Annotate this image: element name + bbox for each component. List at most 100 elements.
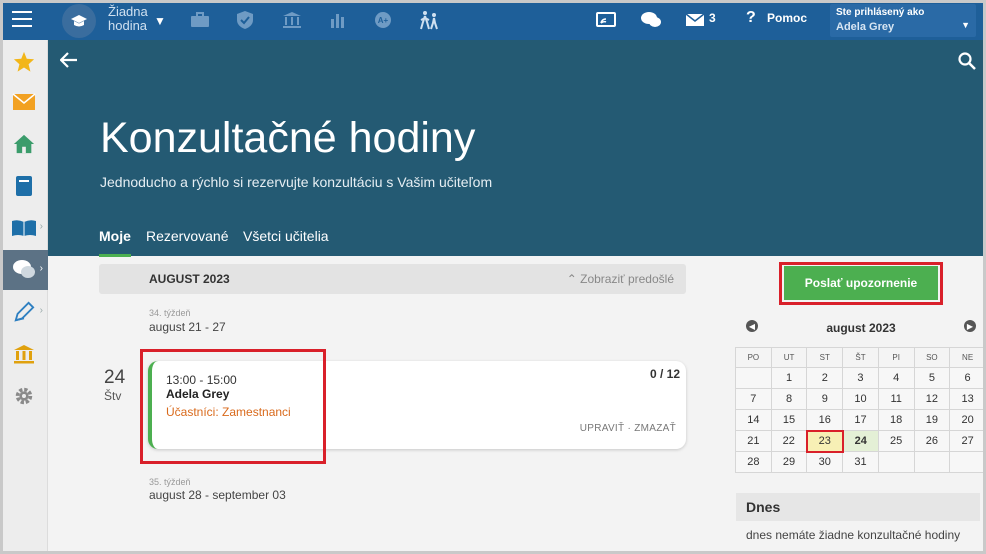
institution-icon[interactable] [281,9,303,31]
caret-down-icon[interactable]: ▼ [154,14,166,28]
walking-people-icon[interactable] [418,9,440,31]
graduation-cap-icon[interactable] [62,4,96,38]
calendar-day[interactable]: 17 [842,409,879,431]
messages-count[interactable]: 3 [709,11,716,25]
calendar-day[interactable]: 22 [770,430,808,452]
shield-check-icon[interactable] [234,9,256,31]
show-previous-link[interactable]: ⌃ Zobraziť predošlé [567,272,674,286]
calendar-day[interactable]: 11 [877,388,915,410]
calendar-day[interactable]: 6 [949,367,986,389]
envelope-icon[interactable] [684,9,706,31]
calendar-empty-cell [949,451,986,473]
calendar-day[interactable]: 28 [735,451,772,473]
chevron-up-icon: ⌃ [566,272,581,286]
sidebar-item-favorites[interactable] [0,42,48,82]
calendar-empty-cell [913,451,951,473]
pencil-icon [14,301,35,322]
mail-icon [12,93,36,110]
calendar-day[interactable]: 3 [842,367,879,389]
chevron-right-icon[interactable]: ▶ [964,320,976,332]
week-label: 34. týždeň [149,308,191,318]
brand-line1: Žiadna [108,4,148,19]
consultation-card[interactable]: 13:00 - 15:00 Adela Grey Účastníci: Zame… [148,361,686,449]
sidebar-item-book[interactable]: › [0,208,48,248]
tab-moje[interactable]: Moje [99,228,131,257]
calendar-day[interactable]: 12 [913,388,951,410]
calendar-day[interactable]: 10 [842,388,879,410]
month-label: AUGUST 2023 [149,272,230,286]
sidebar-item-institution[interactable] [0,334,48,374]
calendar-day[interactable]: 18 [877,409,915,431]
calendar-day[interactable]: 13 [949,388,986,410]
calendar-day[interactable]: 1 [770,367,808,389]
page-header: Konzultačné hodiny Jednoducho a rýchlo s… [48,40,986,257]
calendar-empty-cell [735,367,772,389]
send-reminder-button[interactable]: Poslať upozornenie [784,266,938,300]
help-link[interactable]: Pomoc [767,11,807,25]
calendar-day[interactable]: 31 [842,451,879,473]
search-icon[interactable] [958,52,976,75]
sidebar-item-notebook[interactable] [0,166,48,206]
sidebar: › › › [0,40,48,554]
today-text: dnes nemáte žiadne konzultačné hodiny [746,528,961,542]
calendar-day[interactable]: 4 [877,367,915,389]
brand-selector[interactable]: Žiadna hodina [108,5,148,33]
book-icon [12,220,36,236]
calendar-day[interactable]: 9 [806,388,844,410]
week-range: august 28 - september 03 [149,488,286,502]
briefcase-icon[interactable] [189,9,211,31]
calendar-day[interactable]: 16 [806,409,844,431]
sidebar-item-edit[interactable]: › [0,292,48,332]
calendar-day[interactable]: 21 [735,430,772,452]
hamburger-menu-icon[interactable] [12,11,32,29]
user-name: Adela Grey [836,21,895,33]
calendar-day[interactable]: 5 [913,367,951,389]
calendar-day[interactable]: 30 [806,451,844,473]
sidebar-item-settings[interactable] [0,376,48,416]
user-menu[interactable]: Ste prihlásený ako Adela Grey ▼ [830,4,976,37]
event-actions[interactable]: UPRAVIŤ · ZMAZAŤ [580,423,676,434]
weekday-header: ST [806,347,844,368]
gear-icon [15,387,33,405]
calendar-day[interactable]: 20 [949,409,986,431]
calendar-day[interactable]: 8 [770,388,808,410]
calendar-day[interactable]: 24 [842,430,879,452]
calendar-day[interactable]: 2 [806,367,844,389]
mini-calendar: PO UT ST ŠT PI SO NE 1 2 3 4 5 6 7 8 9 10 11 12 13 14 15 16 17… [735,347,986,473]
calendar-day[interactable]: 19 [913,409,951,431]
sidebar-item-messages[interactable] [0,82,48,122]
event-teacher: Adela Grey [166,387,230,401]
calendar-day[interactable]: 26 [913,430,951,452]
question-icon[interactable]: ? [746,9,756,27]
chevron-right-icon: › [39,305,43,316]
calendar-day[interactable]: 25 [877,430,915,452]
sidebar-item-home[interactable] [0,124,48,164]
event-capacity: 0 / 12 [649,367,680,381]
calendar-day[interactable]: 14 [735,409,772,431]
calendar-day[interactable]: 27 [949,430,986,452]
tab-vsetci-ucitelia[interactable]: Všetci učitelia [243,228,329,254]
tab-rezervovane[interactable]: Rezervované [146,228,229,254]
arrow-left-icon[interactable] [59,52,78,73]
calendar-day[interactable]: 29 [770,451,808,473]
bank-icon [14,345,34,364]
svg-text:A+: A+ [378,16,389,25]
calendar-day[interactable]: 23 [805,429,844,453]
grade-badge-icon[interactable]: A+ [372,9,394,31]
brand-line2: hodina [108,18,148,33]
day-name: Štv [104,389,122,403]
sidebar-item-consultations[interactable]: › [0,250,48,290]
week-label: 35. týždeň [149,477,191,487]
top-bar: Žiadna hodina ▼ A+ 3 ? Pomoc Ste prihlás… [0,0,986,40]
calendar-day[interactable]: 15 [770,409,808,431]
chat-icon [13,260,35,278]
page-subtitle: Jednoducho a rýchlo si rezervujte konzul… [100,174,493,190]
chat-bubbles-icon[interactable] [640,9,662,31]
page-title: Konzultačné hodiny [100,114,476,162]
show-previous-label: Zobraziť predošlé [580,272,674,286]
calendar-title: august 2023 [826,321,896,335]
bar-chart-icon[interactable] [327,9,349,31]
screen-share-icon[interactable] [595,9,617,31]
calendar-day[interactable]: 7 [735,388,772,410]
weekday-header: SO [913,347,951,368]
